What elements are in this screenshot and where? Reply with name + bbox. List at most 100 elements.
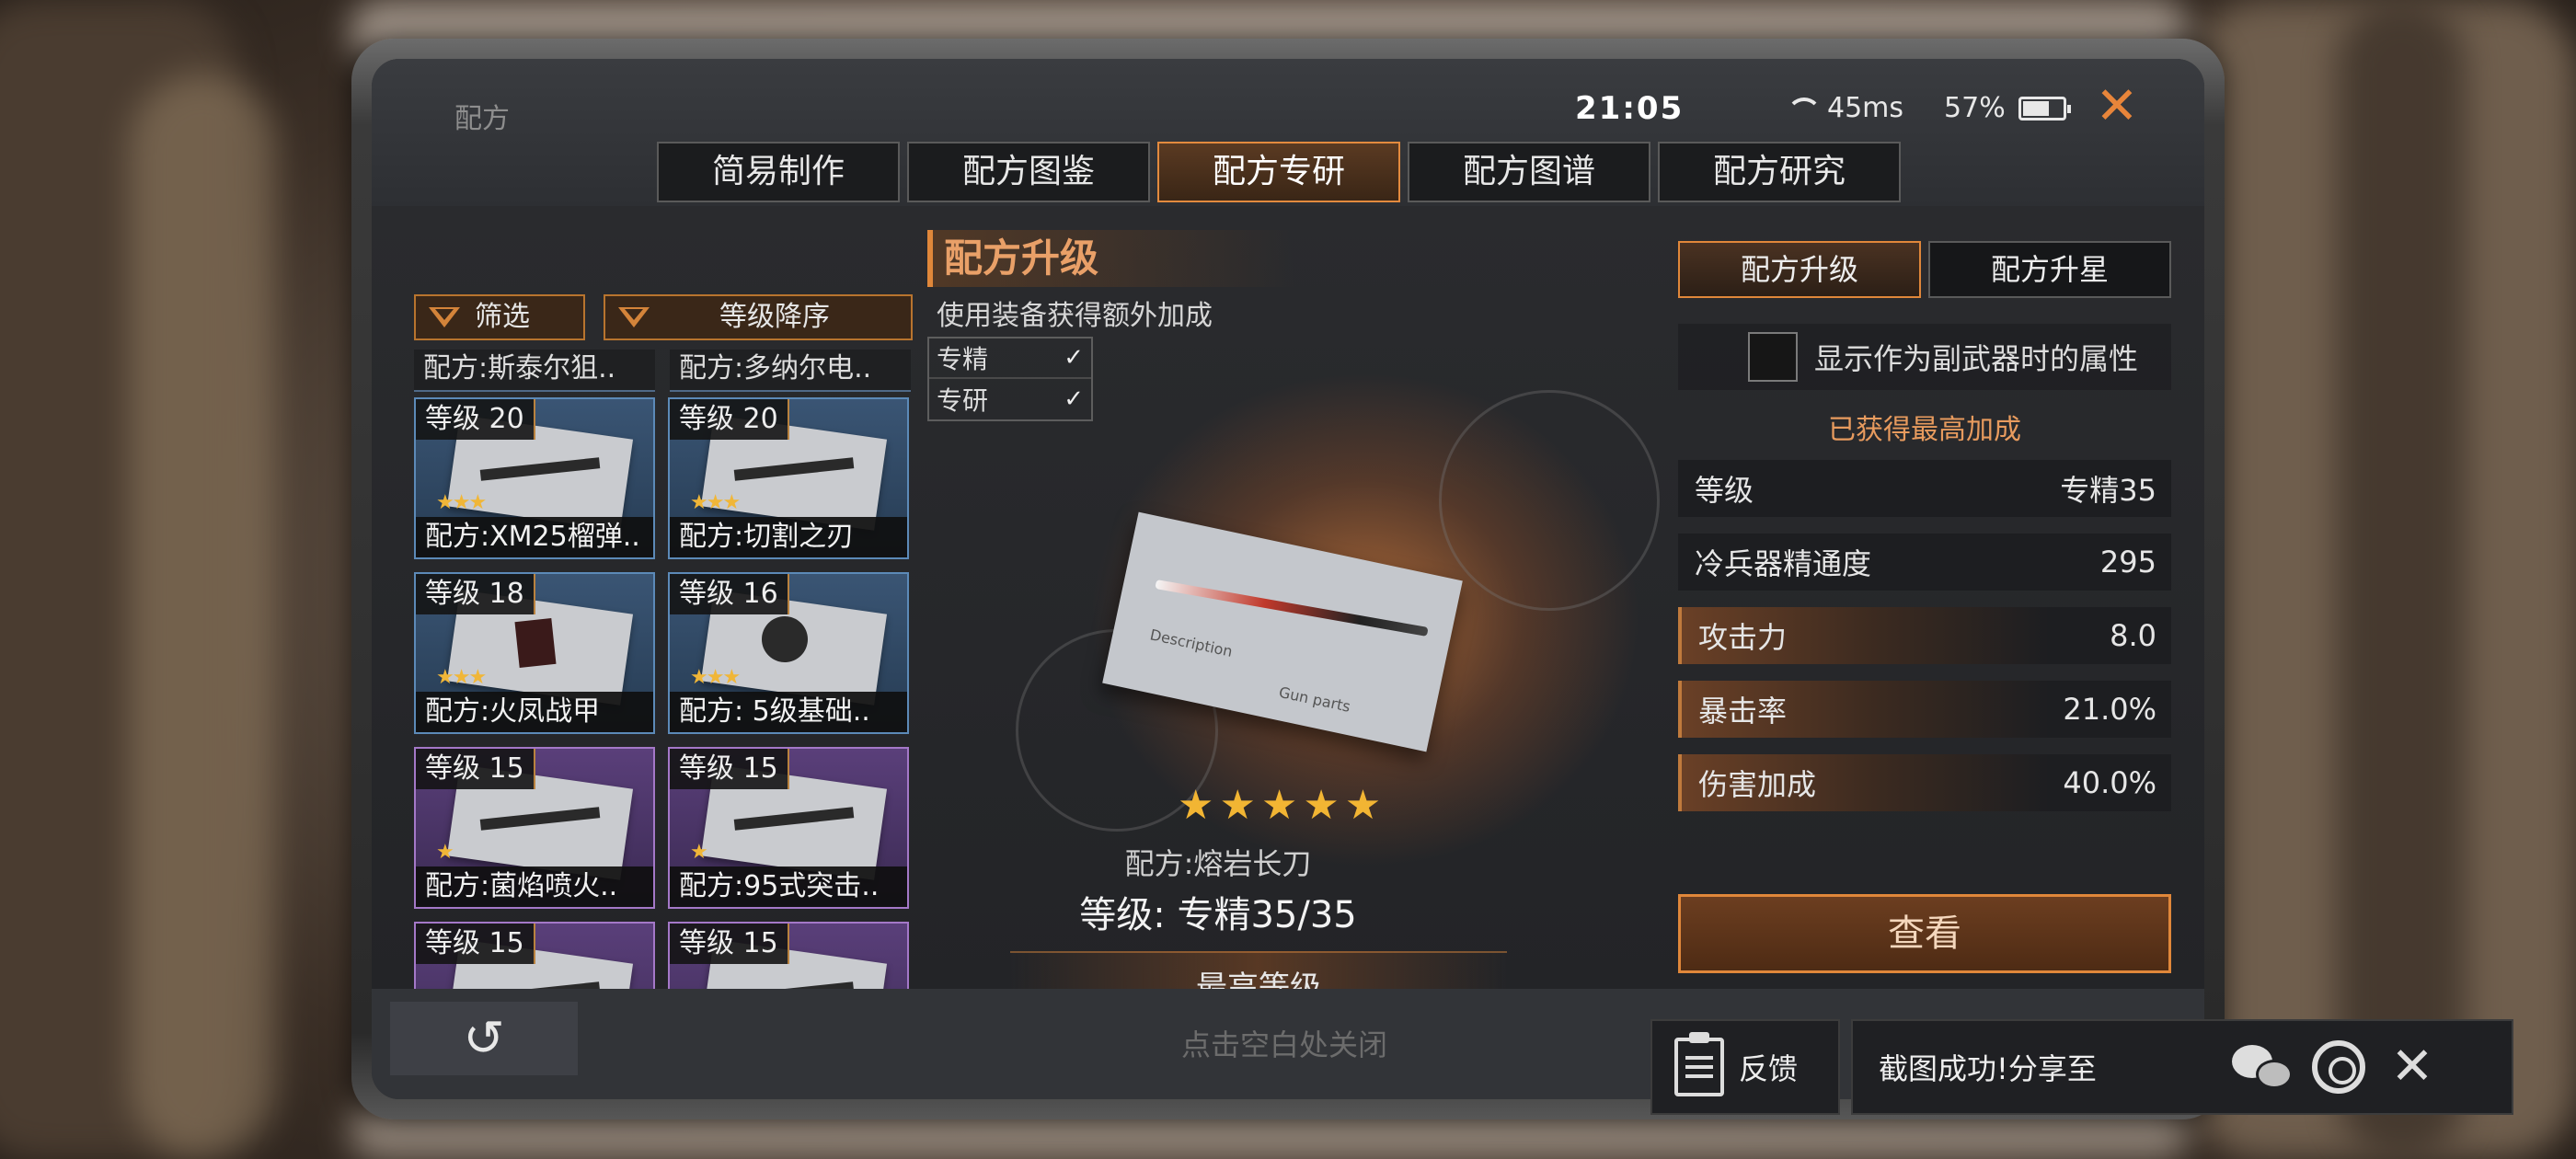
subweapon-label: 显示作为副武器时的属性 [1814,341,2139,376]
card-level: 等级 15 [416,924,535,964]
status-bar: 45ms 57% [1785,92,2071,124]
card-stars: ★★★ [436,666,487,689]
stat-label: 等级 [1695,473,1754,508]
tab-recipe-starup[interactable]: 配方升星 [1928,241,2171,298]
stat-value: 21.0% [2063,692,2156,727]
tab-recipe-upgrade[interactable]: 配方升级 [1678,241,1921,298]
filter-button[interactable]: 筛选 [414,294,585,340]
stat-label: 攻击力 [1698,620,1788,655]
stat-row: 暴击率 21.0% [1678,681,2171,738]
check-row-specialty: 专精 ✓ [929,339,1091,379]
wechat-glyph [2232,1041,2298,1093]
check-label: 专研 [937,385,989,416]
list-item[interactable]: 配方:斯泰尔狙.. [414,350,655,392]
check-icon: ✓ [1064,344,1084,372]
stat-label: 冷兵器精通度 [1695,546,1872,581]
recipe-card[interactable]: 等级 20 ★★★ 配方:切割之刃 [668,397,909,559]
right-tabs: 配方升级 配方升星 [1678,241,2171,298]
blueprint-label: Description [1148,625,1235,660]
card-level: 等级 15 [670,749,789,789]
recipe-card[interactable]: 等级 16 ★★★ 配方: 5级基础.. [668,572,909,734]
recipe-card[interactable]: 等级 18 ★★★ 配方:火凤战甲 [414,572,655,734]
max-bonus-notice: 已获得最高加成 [1828,414,2021,446]
card-level: 等级 15 [416,749,535,789]
stat-value: 295 [2099,545,2156,580]
moments-icon[interactable] [2302,1030,2375,1104]
wechat-bubble [2256,1060,2293,1089]
aperture-glyph [2312,1040,2365,1094]
armor-thumb [514,618,557,668]
card-level: 等级 16 [670,574,789,614]
stat-row: 伤害加成 40.0% [1678,754,2171,811]
recipe-card[interactable]: 等级 15 ★ 配方:95式突击.. [668,747,909,909]
feedback-button[interactable]: 反馈 [1650,1019,1840,1115]
section-subtitle: 使用装备获得额外加成 [937,300,1213,332]
close-hint[interactable]: 点击空白处关闭 [1181,1022,1387,1064]
partial-row: 配方:斯泰尔狙.. 配方:多纳尔电.. [414,350,911,392]
decor-ring [1439,390,1660,611]
subweapon-toggle[interactable]: 显示作为副武器时的属性 [1678,324,2171,390]
wifi-icon [1785,96,1822,121]
check-row-research: 专研 ✓ [929,379,1091,419]
chevron-down-icon [618,307,650,327]
share-toast: 截图成功!分享至 ✕ [1851,1019,2513,1115]
battery-percent: 57% [1944,92,2006,124]
tab-recipe-mastery[interactable]: 配方专研 [1157,142,1400,202]
close-icon[interactable]: ✕ [2375,1030,2449,1104]
clock: 21:05 [1575,90,1685,127]
check-icon: ✓ [1064,385,1084,413]
tab-recipe-research[interactable]: 配方研究 [1658,142,1901,202]
view-button[interactable]: 查看 [1678,894,2171,973]
card-name: 配方: 5级基础.. [670,692,907,732]
stat-row: 等级 专精35 [1678,460,2171,517]
clipboard-icon [1674,1032,1724,1096]
item-name: 配方:熔岩长刀 [1124,846,1312,881]
main-tabs: 简易制作 配方图鉴 配方专研 配方图谱 配方研究 [657,142,1901,202]
bonus-checklist: 专精 ✓ 专研 ✓ [927,337,1093,421]
blueprint-label: Gun parts [1277,683,1352,716]
section-title: 配方升级 [927,230,1295,287]
close-icon[interactable]: ✕ [2083,79,2151,134]
card-name: 配方:菌焰喷火.. [416,866,653,907]
feedback-label: 反馈 [1739,1051,1799,1086]
recipe-card[interactable]: 等级 20 ★★★ 配方:XM25榴弹.. [414,397,655,559]
rarity-stars: ★★★★★ [1178,782,1387,829]
top-bar: 配方 21:05 45ms 57% ✕ 简易制作 配方图鉴 配方专研 配方图谱 … [372,59,2204,206]
stat-value: 专精35 [2060,473,2156,508]
share-text: 截图成功!分享至 [1879,1051,2097,1086]
card-name: 配方:火凤战甲 [416,692,653,732]
card-level: 等级 20 [670,399,789,440]
recipe-list[interactable]: 配方:斯泰尔狙.. 配方:多纳尔电.. 等级 20 ★★★ 配方:XM25榴弹.… [414,350,929,1034]
subweapon-checkbox[interactable] [1748,332,1798,382]
card-level: 等级 20 [416,399,535,440]
stat-value: 8.0 [2110,618,2156,653]
sort-button[interactable]: 等级降序 [604,294,913,340]
card-stars: ★ [436,841,454,864]
card-stars: ★★★ [690,666,741,689]
check-label: 专精 [937,344,989,374]
back-icon[interactable]: ↺ [390,1002,578,1075]
card-stars: ★★★ [690,491,741,514]
card-name: 配方:切割之刃 [670,517,907,557]
stat-label: 伤害加成 [1698,767,1817,802]
tablet-frame: 配方 21:05 45ms 57% ✕ 简易制作 配方图鉴 配方专研 配方图谱 … [351,39,2225,1119]
tab-simple-craft[interactable]: 简易制作 [657,142,900,202]
battery-icon [2018,96,2071,120]
list-item[interactable]: 配方:多纳尔电.. [670,350,911,392]
window-title: 配方 [454,103,510,135]
card-level: 等级 18 [416,574,535,614]
battery-fill [2022,100,2049,116]
tab-recipe-atlas[interactable]: 配方图谱 [1408,142,1650,202]
card-name: 配方:XM25榴弹.. [416,517,653,557]
wechat-icon[interactable] [2228,1030,2302,1104]
card-stars: ★ [690,841,708,864]
chevron-down-icon [429,307,460,327]
ping-value: 45ms [1827,92,1904,124]
sort-label: 等级降序 [719,301,830,333]
stat-row: 冷兵器精通度 295 [1678,534,2171,591]
game-screen: 配方 21:05 45ms 57% ✕ 简易制作 配方图鉴 配方专研 配方图谱 … [372,59,2204,1099]
tab-recipe-codex[interactable]: 配方图鉴 [907,142,1150,202]
card-level: 等级 15 [670,924,789,964]
stat-row: 攻击力 8.0 [1678,607,2171,664]
recipe-card[interactable]: 等级 15 ★ 配方:菌焰喷火.. [414,747,655,909]
